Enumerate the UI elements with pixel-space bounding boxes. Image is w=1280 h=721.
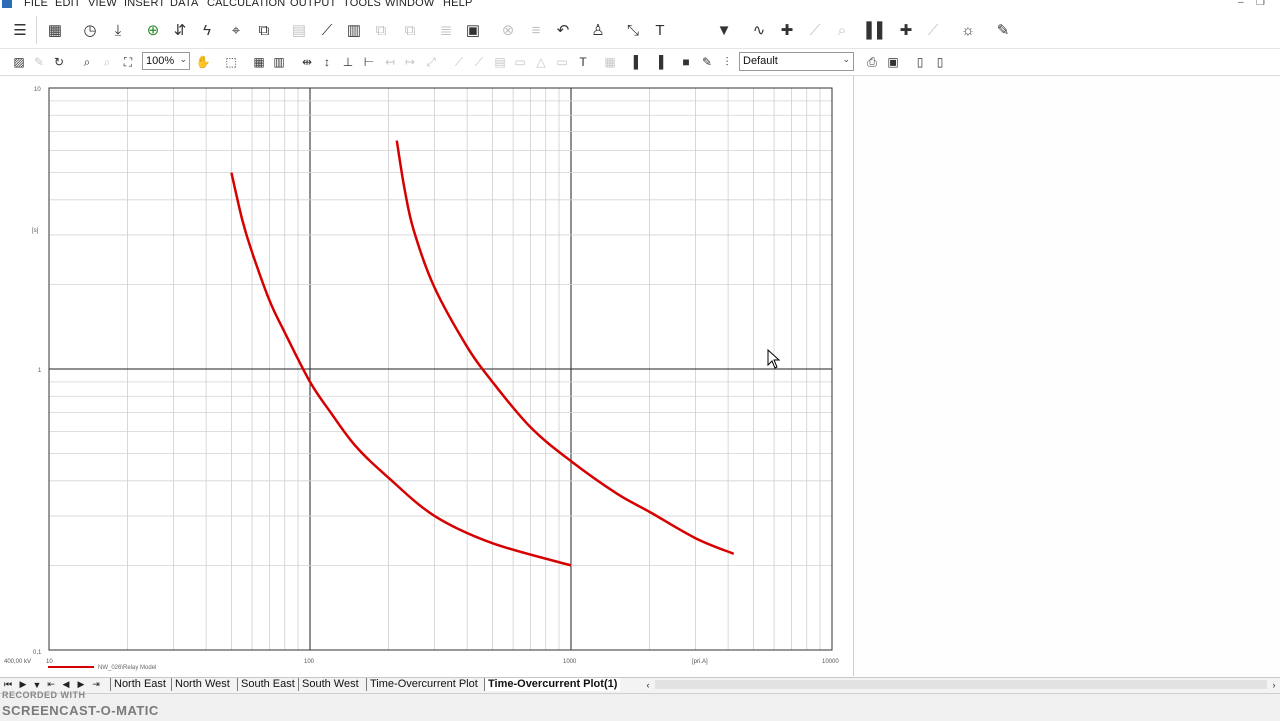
signal-icon[interactable]: ▌▌	[866, 20, 887, 40]
scroll-left-icon[interactable]: ‹	[641, 678, 655, 691]
export-icon[interactable]: ▣	[884, 53, 902, 71]
voltage-label: 400,00 kV	[4, 659, 31, 665]
x-tick-label-100: 100	[304, 659, 315, 665]
x-tick-label-1000: 1000	[563, 659, 577, 665]
add-curve-icon[interactable]: ✚	[896, 20, 916, 40]
time-overcurrent-plot[interactable]: 10 1 0,1 [s] 10 100 1000 10000 [pri.A] 4…	[0, 0, 853, 676]
tab-time-overcurrent-plot[interactable]: Time-Overcurrent Plot	[366, 678, 481, 691]
legend-label: NW_026\Relay Model	[98, 665, 157, 671]
status-bar	[0, 693, 1280, 721]
legend-line-swatch	[48, 666, 94, 669]
y-axis-unit: [s]	[32, 228, 39, 234]
tab-south-west[interactable]: South West	[298, 678, 362, 691]
x-tick-label-10000: 10000	[822, 659, 839, 665]
tab-south-east[interactable]: South East	[237, 678, 298, 691]
lightbulb-icon[interactable]: ☼	[958, 20, 978, 40]
relay-curve-2[interactable]	[395, 140, 735, 555]
recorder-watermark: RECORDED WITH SCREENCAST-O-MATIC	[2, 690, 159, 718]
y-tick-label-0-1: 0,1	[33, 650, 42, 656]
watermark-line-2: SCREENCAST-O-MATIC	[2, 703, 159, 718]
tab-north-west[interactable]: North West	[171, 678, 233, 691]
empty-pane	[854, 76, 1280, 676]
page-icon[interactable]: ▯	[911, 53, 929, 71]
restore-icon[interactable]: ❐	[1256, 0, 1265, 8]
scroll-right-icon[interactable]: ›	[1267, 678, 1280, 691]
plot-legend: NW_026\Relay Model	[48, 665, 156, 671]
print-icon[interactable]: ⎙	[863, 53, 881, 71]
watermark-line-1: RECORDED WITH	[2, 690, 86, 700]
pages-icon[interactable]: ▯	[931, 53, 949, 71]
curve-icon[interactable]: ⟋	[923, 20, 943, 40]
mouse-pointer-icon	[767, 349, 781, 369]
x-axis-unit: [pri.A]	[692, 659, 708, 665]
plugin-icon[interactable]: ✎	[993, 20, 1013, 40]
y-tick-label-10: 10	[34, 87, 41, 93]
minimize-icon[interactable]: –	[1238, 0, 1244, 8]
y-tick-label-1: 1	[38, 368, 42, 374]
horizontal-scrollbar[interactable]	[655, 680, 1267, 689]
tab-time-overcurrent-plot-1[interactable]: Time-Overcurrent Plot(1)	[484, 678, 621, 691]
